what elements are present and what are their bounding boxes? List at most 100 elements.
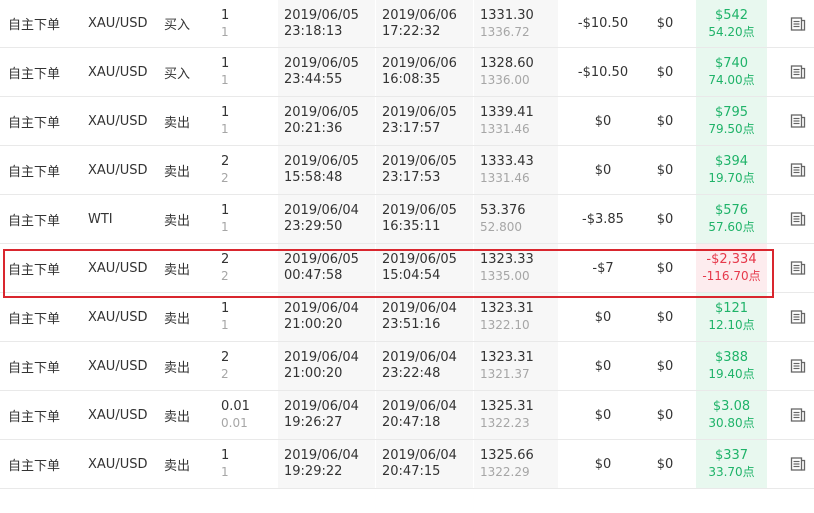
lots-cell: 22 <box>221 244 229 292</box>
open-time: 23:44:55 <box>284 72 343 87</box>
symbol: XAU/USD <box>88 113 148 129</box>
close-date: 2019/06/05 <box>382 203 457 218</box>
close-price: 1336.72 <box>480 24 530 39</box>
open-time-cell: 2019/06/05 23:18:13 <box>278 0 375 47</box>
table-row[interactable]: 自主下单 XAU/USD 卖出 1 1 2019/06/05 20:21:36 2019/06… <box>0 97 814 146</box>
open-time: 23:29:50 <box>284 219 343 234</box>
order-type: 自主下单 <box>8 18 61 33</box>
open-time: 21:00:20 <box>284 366 343 381</box>
document-detail-icon[interactable] <box>790 16 806 32</box>
close-time: 20:47:15 <box>382 464 441 479</box>
profit-points: 19.70点 <box>708 171 755 185</box>
document-detail-icon[interactable] <box>790 260 806 276</box>
profit-points: 74.00点 <box>708 73 755 87</box>
price-cell: 1331.30 1336.72 <box>474 0 558 47</box>
direction: 卖出 <box>164 262 191 278</box>
table-row[interactable]: 自主下单 XAU/USD 买入 1 1 2019/06/05 23:44:55 2019/06… <box>0 48 814 97</box>
close-date: 2019/06/05 <box>382 105 457 120</box>
table-row[interactable]: 自主下单 XAU/USD 卖出 1 1 2019/06/04 21:00:20 2019/06… <box>0 293 814 342</box>
lots: 0.01 <box>221 399 250 414</box>
close-time-cell: 2019/06/04 23:22:48 <box>376 342 473 390</box>
document-detail-icon[interactable] <box>790 309 806 325</box>
table-row[interactable]: 自主下单 XAU/USD 卖出 2 2 2019/06/05 00:47:58 2019/06… <box>0 244 814 293</box>
detail-button[interactable] <box>788 146 808 194</box>
order-type: 自主下单 <box>8 115 61 131</box>
close-time: 17:22:32 <box>382 23 441 39</box>
detail-button[interactable] <box>788 48 808 96</box>
document-detail-icon[interactable] <box>790 64 806 80</box>
detail-button[interactable] <box>788 0 808 47</box>
document-detail-icon[interactable] <box>790 162 806 178</box>
profit-cell: $337 33.70点 <box>696 440 767 488</box>
document-detail-icon[interactable] <box>790 211 806 227</box>
lots: 2 <box>221 154 230 169</box>
document-detail-icon[interactable] <box>790 407 806 423</box>
close-time: 20:47:18 <box>382 415 441 430</box>
lots-cell: 11 <box>221 440 229 488</box>
open-price: 1323.33 <box>480 252 534 267</box>
lots-cell: 22 <box>221 146 229 194</box>
close-time: 23:17:57 <box>382 121 441 136</box>
close-price: 1321.37 <box>480 367 530 381</box>
table-row[interactable]: 自主下单 XAU/USD 卖出 1 1 2019/06/04 19:29:22 2019/06… <box>0 440 814 489</box>
profit-cell: $576 57.60点 <box>696 195 767 243</box>
close-date: 2019/06/06 <box>382 7 457 23</box>
swap: $0 <box>656 309 674 325</box>
lots: 1 <box>221 301 230 316</box>
lots-cell: 22 <box>221 342 229 390</box>
lots: 1 <box>221 7 230 23</box>
open-time: 20:21:36 <box>284 121 343 136</box>
detail-button[interactable] <box>788 391 808 439</box>
commission: $0 <box>594 113 612 129</box>
commission: $0 <box>594 407 612 423</box>
profit-cell: $388 19.40点 <box>696 342 767 390</box>
close-time: 23:22:48 <box>382 366 441 381</box>
detail-button[interactable] <box>788 293 808 341</box>
open-time: 19:29:22 <box>284 464 343 479</box>
lots-cell: 11 <box>221 0 229 47</box>
lots-closed: 2 <box>221 171 229 185</box>
profit-cell: $3.08 30.80点 <box>696 391 767 439</box>
close-date: 2019/06/06 <box>382 56 457 71</box>
open-date: 2019/06/04 <box>284 203 359 218</box>
close-date: 2019/06/04 <box>382 448 457 463</box>
order-type: 自主下单 <box>8 409 61 425</box>
close-price: 52.800 <box>480 220 522 234</box>
lots-closed: 0.01 <box>221 416 248 430</box>
open-time-cell: 2019/06/05 15:58:48 <box>278 146 375 194</box>
profit-amount: $3.08 <box>712 399 751 414</box>
order-type: 自主下单 <box>8 262 61 278</box>
open-price: 1328.60 <box>480 56 534 71</box>
trade-history-table: 自主下单 XAU/USD 买入 1 1 2019/06/05 23:18:13 2019/06… <box>0 0 814 489</box>
order-type: 自主下单 <box>8 164 61 180</box>
close-price: 1322.23 <box>480 416 530 430</box>
profit-points: 19.40点 <box>708 367 755 381</box>
profit-cell: $394 19.70点 <box>696 146 767 194</box>
detail-button[interactable] <box>788 244 808 292</box>
table-row[interactable]: 自主下单 XAU/USD 卖出 2 2 2019/06/05 15:58:48 2019/06… <box>0 146 814 195</box>
profit-amount: $394 <box>714 154 749 169</box>
table-row[interactable]: 自主下单 WTI 卖出 1 1 2019/06/04 23:29:50 2019/06/05 1… <box>0 195 814 244</box>
profit-amount: $795 <box>714 105 749 120</box>
close-time-cell: 2019/06/04 20:47:18 <box>376 391 473 439</box>
profit-amount: -$2,334 <box>706 252 757 267</box>
table-row[interactable]: 自主下单 XAU/USD 卖出 2 2 2019/06/04 21:00:20 2019/06… <box>0 342 814 391</box>
commission: -$10.50 <box>577 16 629 31</box>
profit-amount: $388 <box>714 350 749 365</box>
open-price: 53.376 <box>480 203 526 218</box>
open-date: 2019/06/04 <box>284 399 359 414</box>
symbol: WTI <box>88 211 113 227</box>
detail-button[interactable] <box>788 195 808 243</box>
document-detail-icon[interactable] <box>790 358 806 374</box>
detail-button[interactable] <box>788 342 808 390</box>
detail-button[interactable] <box>788 440 808 488</box>
table-row[interactable]: 自主下单 XAU/USD 卖出 0.01 0.01 2019/06/04 19:26:27 2… <box>0 391 814 440</box>
detail-button[interactable] <box>788 97 808 145</box>
profit-cell: $795 79.50点 <box>696 97 767 145</box>
document-detail-icon[interactable] <box>790 113 806 129</box>
close-time: 23:51:16 <box>382 317 441 332</box>
order-type: 自主下单 <box>8 458 61 474</box>
table-row[interactable]: 自主下单 XAU/USD 买入 1 1 2019/06/05 23:18:13 2019/06… <box>0 0 814 48</box>
open-price: 1323.31 <box>480 301 534 316</box>
document-detail-icon[interactable] <box>790 456 806 472</box>
